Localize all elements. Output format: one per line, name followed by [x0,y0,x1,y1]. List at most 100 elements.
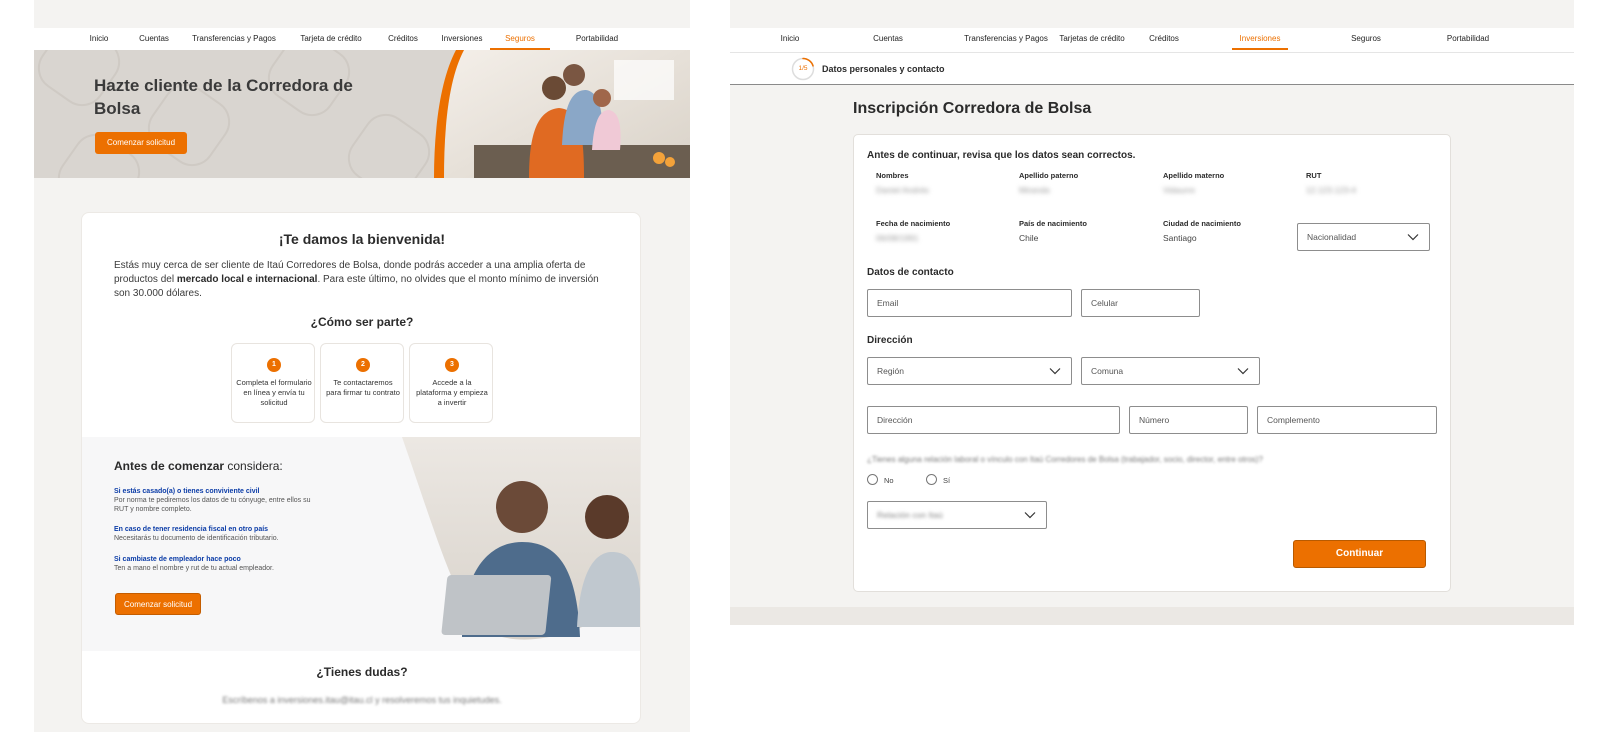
nav-item-inicio[interactable]: Inicio [770,28,810,50]
nav-item-tarjetas-de-crédito[interactable]: Tarjetas de crédito [1052,28,1132,50]
couple-laptop-photo [402,437,640,640]
step-card-2: 2 Te contactaremos para firmar tu contra… [320,343,404,423]
field-value-names: Daniel Andrés [876,185,929,195]
nav-item-créditos[interactable]: Créditos [378,28,428,50]
family-kitchen-photo [434,50,690,178]
complement-input[interactable]: Complemento [1257,406,1437,434]
start-application-button[interactable]: Comenzar solicitud [95,132,187,154]
field-value-birth-date: 06/08/1991 [876,233,919,243]
questions-contact-text: Escríbenos a inversiones.itau@itau.cl y … [222,695,502,705]
field-value-maternal-surname: Vidaurre [1163,185,1195,195]
how-to-join-title: ¿Cómo ser parte? [310,315,414,329]
nav-item-seguros[interactable]: Seguros [1338,28,1394,50]
nav-item-transferencias-y-pagos[interactable]: Transferencias y Pagos [964,28,1048,50]
field-label-birth-city: Ciudad de nacimiento [1163,219,1241,228]
nav-item-transferencias-y-pagos[interactable]: Transferencias y Pagos [186,28,282,50]
radio-label-yes: Sí [943,476,951,485]
field-label-maternal-surname: Apellido materno [1163,171,1225,180]
main-navigation: Inicio Cuentas Transferencias y Pagos Tarje… [730,28,1574,52]
step-card-1: 1 Completa el formulario en línea y enví… [231,343,315,423]
welcome-card: ¡Te damos la bienvenida! Estás muy cerca… [81,212,641,724]
form-title: Inscripción Corredora de Bolsa [853,100,1092,117]
email-input[interactable]: Email [867,289,1072,317]
step-text: Te contactaremos para firmar tu contrato [326,378,400,397]
welcome-text-bold: mercado local e internacional [176,274,318,285]
field-value-rut: 12.123.123-4 [1306,185,1357,195]
footer-strip [730,607,1574,625]
nav-item-cuentas[interactable]: Cuentas [130,28,178,50]
field-label-rut: RUT [1306,171,1322,180]
continue-button[interactable]: Continuar [1293,540,1426,568]
consider-item: En caso de tener residencia fiscal en ot… [114,525,314,543]
itau-relationship-select[interactable]: Relación con Itaú [867,501,1047,529]
consider-item-body: Ten a mano el nombre y rut de tu actual … [114,565,274,572]
nav-item-inversiones[interactable]: Inversiones [434,28,490,50]
form-intro: Antes de continuar, revisa que los datos… [867,150,1136,161]
consider-item: Si cambiaste de empleador hace poco Ten … [114,555,314,573]
field-label-paternal-surname: Apellido paterno [1019,171,1079,180]
step-card-3: 3 Accede a la plataforma y empieza a inv… [409,343,493,423]
street-input[interactable]: Dirección [867,406,1120,434]
before-you-start-section: Antes de comenzar considera: Si estás ca… [82,437,640,651]
consider-item-body: Por norma te pediremos los datos de tu c… [114,497,311,513]
step-counter: 1/5 [798,65,808,72]
input-placeholder: Dirección [877,415,913,425]
radio-label-no: No [884,476,894,485]
field-label-birth-date: Fecha de nacimiento [876,219,951,228]
input-placeholder: Email [877,298,899,308]
welcome-title: ¡Te damos la bienvenida! [278,231,446,247]
nav-item-créditos[interactable]: Créditos [1130,28,1198,50]
nav-item-seguros[interactable]: Seguros [490,28,550,50]
region-select[interactable]: Región [867,357,1072,385]
step-label: Datos personales y contacto [822,64,945,74]
step-text: Accede a la plataforma y empieza a inver… [416,378,488,407]
consider-item-body: Necesitarás tu documento de identificaci… [114,535,279,542]
field-value-birth-country: Chile [1019,233,1039,243]
nav-item-inversiones[interactable]: Inversiones [1232,28,1288,50]
nav-item-cuentas[interactable]: Cuentas [860,28,916,50]
nationality-select[interactable]: Nacionalidad [1297,223,1430,251]
select-placeholder: Nacionalidad [1307,232,1357,242]
nav-item-inicio[interactable]: Inicio [80,28,118,50]
field-label-names: Nombres [876,171,909,180]
select-placeholder: Relación con Itaú [877,510,943,520]
input-placeholder: Celular [1091,298,1118,308]
radio-no[interactable] [867,474,878,485]
input-placeholder: Número [1139,415,1170,425]
nav-item-tarjeta-de-crédito[interactable]: Tarjeta de crédito [290,28,372,50]
select-placeholder: Comuna [1091,366,1124,376]
step-number: 2 [356,358,370,372]
number-input[interactable]: Número [1129,406,1248,434]
chevron-down-icon [1024,512,1036,519]
welcome-description: Estás muy cerca de ser cliente de Itaú C… [114,259,614,301]
questions-title: ¿Tienes dudas? [316,665,408,679]
chevron-down-icon [1237,368,1249,375]
consider-item: Si estás casado(a) o tienes conviviente … [114,487,314,514]
chevron-down-icon [1049,368,1061,375]
phone-input[interactable]: Celular [1081,289,1200,317]
consider-title-rest: considera: [224,459,283,473]
step-text: Completa el formulario en línea y envía … [236,378,312,407]
comuna-select[interactable]: Comuna [1081,357,1260,385]
field-value-paternal-surname: Miranda [1019,185,1050,195]
nav-item-portabilidad[interactable]: Portabilidad [1428,28,1508,50]
itau-relationship-question: ¿Tienes alguna relación laboral o víncul… [867,455,1263,464]
address-section-title: Dirección [867,335,913,346]
step-number: 1 [267,358,281,372]
registration-form: Antes de continuar, revisa que los datos… [853,134,1451,592]
chevron-down-icon [1407,234,1419,241]
contact-section-title: Datos de contacto [867,267,954,278]
hero-title: Hazte cliente de la Corredora de Bolsa [94,76,353,118]
input-placeholder: Complemento [1267,415,1320,425]
consider-title-bold: Antes de comenzar [114,459,225,473]
start-application-button-secondary[interactable]: Comenzar solicitud [115,593,201,615]
hero-banner: Hazte cliente de la Corredora de Bolsa C… [34,50,690,178]
consider-title: Antes de comenzar considera: [114,459,283,473]
main-navigation: Inicio Cuentas Transferencias y Pagos Tarje… [34,28,690,50]
radio-yes[interactable] [926,474,937,485]
registration-form-panel: Inicio Cuentas Transferencias y Pagos Tarje… [730,0,1574,625]
field-value-birth-city: Santiago [1163,233,1197,243]
select-placeholder: Región [877,366,904,376]
landing-page-panel: Inicio Cuentas Transferencias y Pagos Tarje… [34,0,690,732]
nav-item-portabilidad[interactable]: Portabilidad [564,28,630,50]
